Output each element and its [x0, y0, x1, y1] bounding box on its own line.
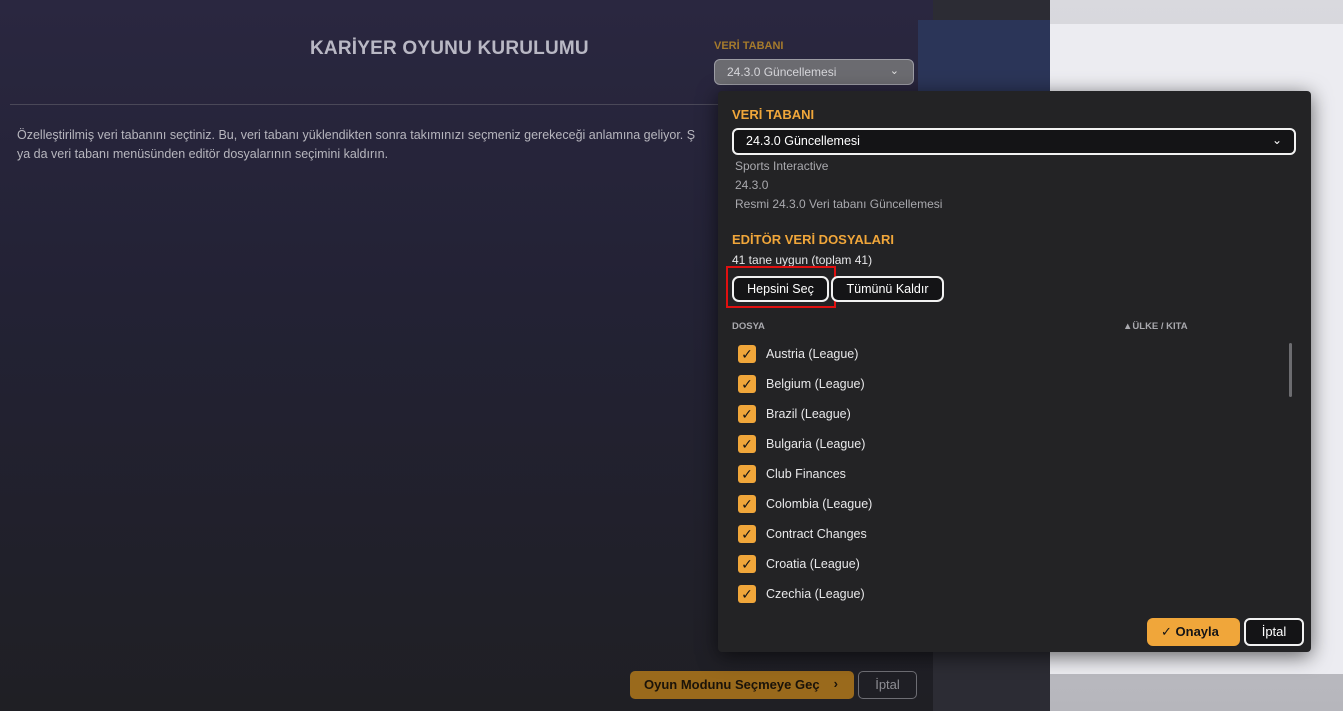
checkbox-checked[interactable]: ✓ [738, 555, 756, 573]
list-scrollbar[interactable] [1289, 343, 1292, 397]
chevron-down-icon: ⌄ [1271, 133, 1282, 147]
list-item[interactable]: ✓ Contract Changes [738, 519, 1288, 549]
file-label: Contract Changes [766, 527, 867, 541]
file-label: Colombia (League) [766, 497, 873, 511]
chevron-right-icon: › [833, 676, 838, 691]
checkbox-checked[interactable]: ✓ [738, 405, 756, 423]
popup-database-title: VERİ TABANI [732, 107, 815, 122]
file-label: Brazil (League) [766, 407, 851, 421]
file-label: Belgium (League) [766, 377, 865, 391]
list-item[interactable]: ✓ Bulgaria (League) [738, 429, 1288, 459]
select-all-button[interactable]: Hepsini Seç [732, 276, 829, 302]
main-cancel-button[interactable]: İptal [858, 671, 917, 699]
file-label: Czechia (League) [766, 587, 865, 601]
popup-database-dropdown[interactable]: 24.3.0 Güncellemesi ⌄ [732, 128, 1296, 155]
column-header-country[interactable]: ▲ÜLKE / KITA [1123, 321, 1188, 332]
list-item[interactable]: ✓ Austria (League) [738, 339, 1288, 369]
checkbox-checked[interactable]: ✓ [738, 585, 756, 603]
file-label: Club Finances [766, 467, 846, 481]
background-poster [918, 20, 1050, 100]
checkbox-checked[interactable]: ✓ [738, 375, 756, 393]
list-item[interactable]: ✓ Club Finances [738, 459, 1288, 489]
checkbox-checked[interactable]: ✓ [738, 435, 756, 453]
checkbox-checked[interactable]: ✓ [738, 345, 756, 363]
file-label: Austria (League) [766, 347, 859, 361]
file-label: Bulgaria (League) [766, 437, 866, 451]
confirm-label: Onayla [1175, 624, 1219, 639]
list-item[interactable]: ✓ Brazil (League) [738, 399, 1288, 429]
confirm-button[interactable]: ✓ Onayla [1147, 618, 1240, 646]
list-item[interactable]: ✓ Croatia (League) [738, 549, 1288, 579]
editor-files-list: ✓ Austria (League) ✓ Belgium (League) ✓ … [738, 339, 1288, 609]
database-version: 24.3.0 [735, 178, 769, 192]
setup-description: Özelleştirilmiş veri tabanını seçtiniz. … [17, 128, 696, 161]
editor-files-title: EDİTÖR VERİ DOSYALARI [732, 232, 895, 247]
database-popup: VERİ TABANI 24.3.0 Güncellemesi ⌄ Sports… [718, 91, 1311, 652]
file-label: Croatia (League) [766, 557, 860, 571]
checkbox-checked[interactable]: ✓ [738, 495, 756, 513]
database-label: VERİ TABANI [714, 40, 784, 52]
list-item[interactable]: ✓ Colombia (League) [738, 489, 1288, 519]
available-count: 41 tane uygun (toplam 41) [732, 253, 873, 267]
database-dropdown[interactable]: 24.3.0 Güncellemesi ⌄ [714, 59, 914, 85]
popup-cancel-button[interactable]: İptal [1244, 618, 1304, 646]
column-header-file[interactable]: DOSYA [732, 321, 765, 332]
page-title: KARİYER OYUNU KURULUMU [310, 38, 589, 59]
check-icon: ✓ [1161, 624, 1176, 639]
checkbox-checked[interactable]: ✓ [738, 465, 756, 483]
checkbox-checked[interactable]: ✓ [738, 525, 756, 543]
popup-database-value: 24.3.0 Güncellemesi [746, 134, 860, 148]
go-to-game-mode-button[interactable]: Oyun Modunu Seçmeye Geç › [630, 671, 854, 699]
database-dropdown-value: 24.3.0 Güncellemesi [727, 65, 837, 79]
deselect-all-button[interactable]: Tümünü Kaldır [831, 276, 944, 302]
chevron-down-icon: ⌄ [889, 65, 899, 77]
list-item[interactable]: ✓ Belgium (League) [738, 369, 1288, 399]
list-item[interactable]: ✓ Czechia (League) [738, 579, 1288, 609]
database-author: Sports Interactive [735, 159, 829, 173]
go-to-game-mode-label: Oyun Modunu Seçmeye Geç [644, 677, 820, 692]
database-description: Resmi 24.3.0 Veri tabanı Güncellemesi [735, 197, 943, 211]
